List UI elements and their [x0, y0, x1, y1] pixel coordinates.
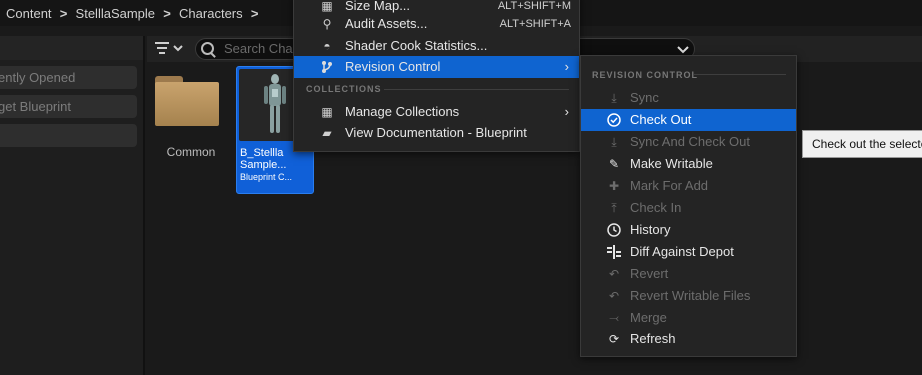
submenu-item-label: Sync: [630, 90, 659, 105]
undo-icon: ↶: [608, 289, 620, 303]
submenu-item-refresh[interactable]: ⟳ Refresh: [581, 328, 796, 350]
submenu-item-label: Revert: [630, 266, 669, 281]
section-divider: [694, 74, 786, 75]
menu-item-view-documentation[interactable]: ▰ View Documentation - Blueprint: [294, 122, 579, 144]
submenu-item-label: Sync And Check Out: [630, 134, 750, 149]
branch-icon: [320, 60, 334, 74]
book-icon: ▰: [322, 126, 332, 140]
clock-icon: [607, 223, 621, 237]
breadcrumb-separator: >: [163, 5, 171, 21]
menu-item-revision-control[interactable]: Revision Control ›: [294, 56, 579, 78]
plus-icon: ✚: [608, 179, 620, 193]
folder-icon: [155, 82, 219, 126]
merge-icon: ⤙: [609, 311, 619, 325]
menu-item-manage-collections[interactable]: ▦ Manage Collections ›: [294, 101, 579, 123]
section-divider: [384, 89, 569, 90]
audit-icon: ⚲: [322, 17, 332, 31]
submenu-item-label: Check Out: [630, 112, 692, 127]
submenu-item-merge[interactable]: ⤙ Merge: [581, 307, 796, 329]
menu-item-label: Manage Collections: [345, 104, 460, 119]
sources-item-all[interactable]: l: [0, 124, 137, 147]
sources-item-target-blueprint[interactable]: get Blueprint: [0, 95, 137, 118]
sources-item-label: get Blueprint: [0, 99, 71, 114]
submenu-item-check-out[interactable]: Check Out: [581, 109, 796, 131]
search-icon: [201, 42, 214, 55]
tooltip: Check out the selecte: [802, 130, 922, 158]
chevron-right-icon: ›: [564, 59, 569, 74]
menu-item-audit-assets[interactable]: ⚲ Audit Assets... ALT+SHIFT+A: [294, 13, 579, 35]
refresh-icon: ⟳: [608, 332, 620, 346]
asset-type: Blueprint C...: [240, 172, 293, 182]
folder-label: Common: [166, 145, 216, 159]
menu-item-shader-cook-statistics[interactable]: ◓ Shader Cook Statistics...: [294, 35, 579, 57]
folder-common[interactable]: [155, 76, 219, 126]
submenu-item-label: Diff Against Depot: [630, 244, 734, 259]
submenu-item-label: Make Writable: [630, 156, 713, 171]
menu-item-label: Shader Cook Statistics...: [345, 38, 488, 53]
breadcrumb-stelllasample[interactable]: StelllaSample: [76, 6, 156, 21]
shader-icon: ◓: [323, 39, 331, 53]
section-header-revision-control: REVISION CONTROL: [592, 70, 699, 80]
submenu-item-label: Check In: [630, 200, 682, 215]
breadcrumb-separator: >: [250, 5, 259, 21]
menu-item-label: Revision Control: [345, 59, 441, 74]
submenu-item-label: Refresh: [630, 331, 676, 346]
submenu-item-sync-and-check-out[interactable]: ⤓ Sync And Check Out: [581, 131, 796, 153]
sources-item-recently-opened[interactable]: ently Opened: [0, 66, 137, 89]
sources-panel-header: [0, 36, 143, 60]
chevron-right-icon: ›: [564, 104, 569, 119]
submenu-item-label: Mark For Add: [630, 178, 709, 193]
check-circle-icon: [607, 113, 621, 127]
submenu-item-diff-against-depot[interactable]: Diff Against Depot: [581, 241, 796, 263]
submenu-item-history[interactable]: History: [581, 219, 796, 241]
submenu-item-label: History: [630, 222, 671, 237]
sources-item-label: l: [0, 128, 1, 143]
breadcrumb-separator: >: [59, 5, 68, 21]
collections-icon: ▦: [321, 105, 333, 119]
submenu-item-revert[interactable]: ↶ Revert: [581, 263, 796, 285]
sources-item-label: ently Opened: [0, 70, 76, 85]
menu-item-label: View Documentation - Blueprint: [345, 125, 527, 140]
pencil-icon: ✎: [608, 157, 620, 171]
submenu-item-make-writable[interactable]: ✎ Make Writable: [581, 153, 796, 175]
submenu-item-mark-for-add[interactable]: ✚ Mark For Add: [581, 175, 796, 197]
breadcrumb-characters[interactable]: Characters: [179, 6, 243, 21]
download-icon: ⤓: [611, 135, 617, 149]
section-header-collections: COLLECTIONS: [306, 84, 382, 94]
upload-icon: ⤒: [611, 201, 617, 215]
submenu-item-check-in[interactable]: ⤒ Check In: [581, 197, 796, 219]
filter-icon: [155, 42, 183, 54]
filter-button[interactable]: [155, 40, 189, 58]
submenu-item-revert-writable-files[interactable]: ↶ Revert Writable Files: [581, 285, 796, 307]
breadcrumb-content[interactable]: Content: [6, 6, 52, 21]
revision-control-submenu: REVISION CONTROL ⤓ Sync Check Out ⤓ Sync…: [580, 55, 797, 357]
diff-icon: [607, 245, 621, 259]
submenu-item-label: Revert Writable Files: [630, 288, 751, 303]
menu-item-label: Audit Assets...: [345, 16, 428, 31]
size-map-icon: ▦: [321, 0, 333, 13]
submenu-item-sync[interactable]: ⤓ Sync: [581, 87, 796, 109]
menu-item-shortcut: ALT+SHIFT+A: [499, 18, 571, 30]
context-menu: ▦ Size Map... ALT+SHIFT+M ⚲ Audit Assets…: [293, 0, 580, 152]
download-icon: ⤓: [611, 91, 617, 105]
sources-panel: ently Opened get Blueprint l: [0, 36, 145, 375]
submenu-item-label: Merge: [630, 310, 667, 325]
undo-icon: ↶: [608, 267, 620, 281]
